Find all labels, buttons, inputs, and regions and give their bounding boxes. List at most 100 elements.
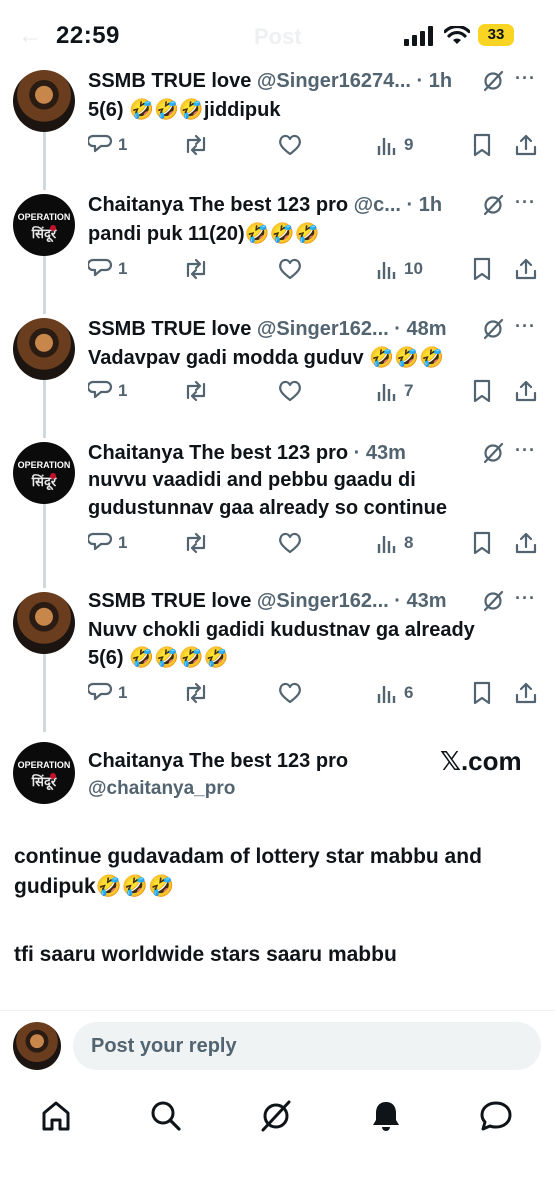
reply-button[interactable]: 1 (88, 378, 127, 404)
tweet-time: · 1h (416, 70, 453, 92)
repost-icon (186, 134, 206, 156)
more-options-icon[interactable]: ··· (515, 316, 536, 337)
heart-icon (279, 258, 301, 280)
like-button[interactable] (278, 256, 302, 282)
bookmark-button[interactable] (472, 680, 492, 706)
reply-button[interactable]: 1 (88, 256, 127, 282)
author-name[interactable]: Chaitanya The best 123 pro (88, 442, 348, 464)
views-button[interactable]: 9 (376, 132, 413, 158)
views-button[interactable]: 10 (376, 256, 423, 282)
author-name[interactable]: SSMB TRUE love (88, 590, 251, 612)
bookmark-button[interactable] (472, 132, 492, 158)
bottom-tab-bar (0, 1090, 555, 1150)
share-button[interactable] (514, 256, 538, 282)
views-button[interactable]: 7 (376, 378, 413, 404)
tweet-header: Chaitanya The best 123 pro @c... · 1h (88, 194, 442, 217)
tweet-header: Chaitanya The best 123 pro · 43m (88, 442, 406, 465)
messages-icon[interactable] (478, 1098, 514, 1134)
grok-icon[interactable] (258, 1098, 294, 1134)
author-handle[interactable]: @Singer162... (257, 318, 389, 340)
grok-icon[interactable] (482, 70, 504, 92)
view-count: 7 (404, 381, 414, 400)
reply-button[interactable]: 1 (88, 132, 127, 158)
tweet-header: SSMB TRUE love @Singer16274... · 1h (88, 70, 452, 93)
cellular-signal-icon (404, 26, 433, 46)
avatar[interactable] (13, 1022, 61, 1070)
share-button[interactable] (514, 680, 538, 706)
like-button[interactable] (278, 132, 302, 158)
bookmark-icon (473, 531, 491, 555)
grok-icon[interactable] (482, 194, 504, 216)
search-icon[interactable] (148, 1098, 184, 1134)
thread-tweet[interactable]: OPERATION सिंदूर Chaitanya The best 123 … (0, 190, 555, 314)
back-arrow-icon[interactable]: ← (18, 22, 42, 50)
repost-button[interactable] (183, 530, 209, 556)
repost-button[interactable] (183, 256, 209, 282)
avatar-caption: OPERATION (17, 460, 71, 470)
bookmark-button[interactable] (472, 530, 492, 556)
repost-icon (186, 258, 206, 280)
reply-count: 1 (118, 683, 128, 702)
repost-button[interactable] (183, 132, 209, 158)
reply-icon (88, 258, 112, 277)
grok-icon[interactable] (482, 318, 504, 340)
views-button[interactable]: 6 (376, 680, 413, 706)
bookmark-button[interactable] (472, 256, 492, 282)
author-name[interactable]: Chaitanya The best 123 pro (88, 750, 348, 773)
avatar[interactable] (13, 592, 75, 654)
author-handle[interactable]: @chaitanya_pro (88, 778, 235, 800)
thread-tweet[interactable]: SSMB TRUE love @Singer16274... · 1h ··· … (0, 66, 555, 190)
view-count: 10 (404, 259, 423, 278)
more-options-icon[interactable]: ··· (515, 440, 536, 461)
avatar-caption: सिंदूर (31, 774, 57, 789)
thread-line (43, 654, 46, 732)
author-name[interactable]: Chaitanya The best 123 pro (88, 194, 348, 216)
view-count: 6 (404, 683, 414, 702)
home-icon[interactable] (38, 1098, 74, 1134)
avatar[interactable]: OPERATION सिंदूर (13, 194, 75, 256)
more-options-icon[interactable]: ··· (515, 588, 536, 609)
author-name[interactable]: SSMB TRUE love (88, 318, 251, 340)
status-bar: ← Post 22:59 33 (0, 0, 555, 72)
author-handle[interactable]: @Singer162... (257, 590, 389, 612)
reply-button[interactable]: 1 (88, 680, 127, 706)
share-icon (515, 682, 537, 704)
reply-input[interactable]: Post your reply (73, 1022, 541, 1070)
notifications-icon[interactable] (368, 1098, 404, 1134)
thread-line (43, 256, 46, 314)
status-time: 22:59 (56, 22, 120, 49)
share-button[interactable] (514, 530, 538, 556)
author-handle[interactable]: @Singer16274... (257, 70, 411, 92)
avatar[interactable]: OPERATION सिंदूर (13, 442, 75, 504)
reply-button[interactable]: 1 (88, 530, 127, 556)
avatar-dot (50, 225, 56, 231)
thread-tweet[interactable]: OPERATION सिंदूर Chaitanya The best 123 … (0, 438, 555, 588)
like-button[interactable] (278, 378, 302, 404)
more-options-icon[interactable]: ··· (515, 68, 536, 89)
battery-indicator: 33 (478, 24, 514, 46)
more-options-icon[interactable]: ··· (515, 192, 536, 213)
reply-count: 1 (118, 381, 128, 400)
repost-button[interactable] (183, 378, 209, 404)
views-icon (377, 536, 396, 553)
author-name[interactable]: SSMB TRUE love (88, 70, 251, 92)
views-button[interactable]: 8 (376, 530, 413, 556)
avatar[interactable]: OPERATION सिंदूर (13, 742, 75, 804)
grok-icon[interactable] (482, 590, 504, 612)
wifi-icon (444, 26, 470, 44)
bookmark-button[interactable] (472, 378, 492, 404)
heart-icon (279, 532, 301, 554)
thread-tweet[interactable]: SSMB TRUE love @Singer162... · 48m ··· V… (0, 314, 555, 438)
reply-icon (88, 380, 112, 399)
avatar[interactable] (13, 318, 75, 380)
grok-icon[interactable] (482, 442, 504, 464)
share-button[interactable] (514, 132, 538, 158)
thread-tweet[interactable]: SSMB TRUE love @Singer162... · 43m ··· N… (0, 588, 555, 740)
share-button[interactable] (514, 378, 538, 404)
like-button[interactable] (278, 680, 302, 706)
avatar[interactable] (13, 70, 75, 132)
thread-line (43, 504, 46, 588)
like-button[interactable] (278, 530, 302, 556)
repost-button[interactable] (183, 680, 209, 706)
author-handle[interactable]: @c... (354, 194, 401, 216)
